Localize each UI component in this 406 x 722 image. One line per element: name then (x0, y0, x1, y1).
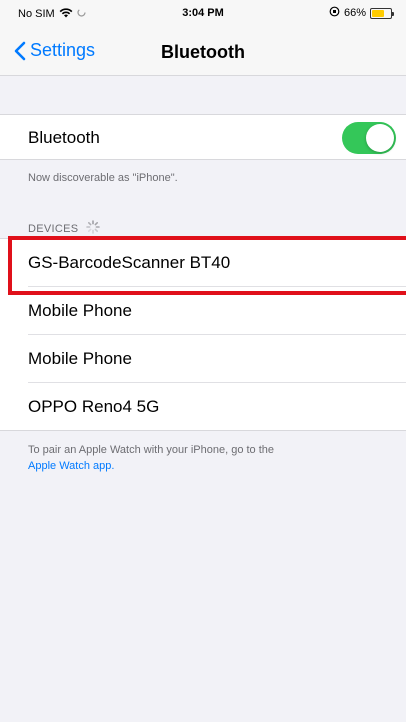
device-row[interactable]: OPPO Reno4 5G (0, 383, 406, 431)
device-name: OPPO Reno4 5G (28, 397, 160, 416)
discoverable-note: Now discoverable as "iPhone". (28, 172, 178, 184)
device-row[interactable]: Mobile Phone (0, 335, 406, 383)
bluetooth-toggle-switch[interactable] (342, 122, 396, 154)
battery-icon (370, 7, 394, 19)
apple-watch-pair-note: To pair an Apple Watch with your iPhone,… (28, 442, 378, 474)
device-name: Mobile Phone (28, 301, 132, 320)
bluetooth-toggle-row: Bluetooth (0, 114, 406, 160)
battery-fill (372, 9, 384, 17)
devices-header-label: DEVICES (28, 222, 79, 235)
device-row[interactable]: Mobile Phone (0, 287, 406, 335)
pair-note-text: To pair an Apple Watch with your iPhone,… (28, 444, 275, 456)
switch-knob (366, 124, 394, 152)
page-title: Bluetooth (161, 42, 245, 62)
bluetooth-toggle-label: Bluetooth (28, 128, 100, 147)
navigation-bar: Settings Bluetooth (0, 28, 406, 76)
loading-spinner-icon (86, 220, 101, 237)
orientation-lock-icon (329, 6, 340, 20)
device-name: GS-BarcodeScanner BT40 (28, 253, 231, 272)
apple-watch-app-link[interactable]: Apple Watch app. (28, 460, 114, 472)
status-bar: No SIM 3:04 PM 66% (0, 0, 406, 28)
devices-section-header: DEVICES (28, 220, 101, 237)
battery-percent: 66% (343, 7, 366, 19)
status-right: 66% (329, 6, 394, 20)
device-name: Mobile Phone (28, 349, 132, 368)
devices-list: GS-BarcodeScanner BT40 Mobile Phone Mobi… (0, 238, 406, 431)
device-row[interactable]: GS-BarcodeScanner BT40 (0, 239, 406, 287)
